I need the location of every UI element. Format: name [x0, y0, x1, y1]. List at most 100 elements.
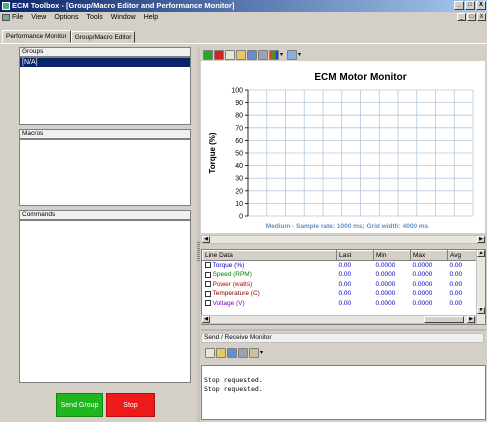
- last-cell: 0.00: [338, 280, 352, 288]
- y-axis-label: Torque (%): [208, 132, 217, 174]
- print-icon[interactable]: [258, 50, 268, 60]
- splitter-grip[interactable]: [197, 242, 200, 262]
- menu-window[interactable]: Window: [111, 14, 136, 21]
- run-icon[interactable]: [203, 50, 213, 60]
- y-tick-label: 80: [235, 113, 243, 120]
- y-tick-label: 100: [231, 88, 243, 95]
- window-titlebar[interactable]: ECM Toolbox - [Group/Macro Editor and Pe…: [0, 0, 487, 12]
- scroll-right-arrow[interactable]: ▶: [467, 316, 475, 323]
- max-cell: 0.0000: [412, 299, 433, 307]
- menu-tools[interactable]: Tools: [86, 14, 102, 21]
- dropdown-arrow-icon[interactable]: ▾: [298, 50, 304, 60]
- document-minimize-button[interactable]: _: [457, 13, 466, 21]
- document-icon[interactable]: [2, 14, 10, 21]
- dropdown-arrow-icon[interactable]: ▾: [260, 348, 266, 358]
- table-row[interactable]: Voltage (V) 0.00 0.0000 0.0000 0.00: [203, 299, 478, 309]
- menu-file[interactable]: File: [12, 14, 23, 21]
- document-close-button[interactable]: X: [477, 13, 486, 21]
- last-cell: 0.00: [338, 271, 352, 279]
- open-folder-icon[interactable]: [236, 50, 246, 60]
- settings-icon[interactable]: [249, 348, 259, 358]
- min-cell: 0.0000: [375, 290, 396, 298]
- maximize-button[interactable]: □: [465, 1, 475, 10]
- macros-list[interactable]: [19, 139, 191, 206]
- send-receive-toolbar: ▾: [205, 348, 266, 358]
- menu-bar: File View Options Tools Window Help _ □ …: [0, 12, 487, 23]
- dropdown-arrow-icon[interactable]: ▾: [280, 50, 286, 60]
- stop-icon[interactable]: [214, 50, 224, 60]
- send-group-button[interactable]: Send Group: [56, 393, 103, 417]
- chart-horizontal-scrollbar[interactable]: ◀ ▶: [201, 235, 486, 244]
- tab-performance-monitor[interactable]: Performance Monitor: [2, 30, 71, 43]
- list-item[interactable]: [N/A]: [20, 58, 190, 67]
- stop-button[interactable]: Stop: [106, 393, 155, 417]
- open-folder-icon[interactable]: [216, 348, 226, 358]
- menu-view[interactable]: View: [31, 14, 46, 21]
- checkbox[interactable]: [204, 262, 211, 269]
- commands-list[interactable]: [19, 220, 191, 383]
- y-tick-label: 10: [235, 201, 243, 208]
- panel-splitter[interactable]: [197, 47, 200, 422]
- save-icon[interactable]: [227, 348, 237, 358]
- avg-cell: 0.00: [449, 271, 463, 279]
- checkbox[interactable]: [204, 300, 211, 307]
- table-row[interactable]: Torque (%) 0.00 0.0000 0.0000 0.00: [203, 261, 478, 271]
- scroll-down-arrow[interactable]: ▼: [477, 307, 485, 314]
- column-header-last[interactable]: Last: [336, 250, 374, 261]
- line-name: Torque (%): [212, 262, 245, 269]
- table-horizontal-scrollbar[interactable]: ◀ ▶: [201, 315, 476, 324]
- column-header-avg[interactable]: Avg: [447, 250, 478, 261]
- avg-cell: 0.00: [449, 280, 463, 288]
- y-tick-label: 50: [235, 151, 243, 158]
- minimize-button[interactable]: _: [454, 1, 464, 10]
- zoom-icon[interactable]: [287, 50, 297, 60]
- chart-type-icon[interactable]: [269, 50, 279, 60]
- log-line: Stop requested.: [204, 385, 263, 393]
- checkbox[interactable]: [204, 281, 211, 288]
- send-receive-log[interactable]: Stop requested. Stop requested.: [201, 365, 486, 420]
- macros-header: Macros: [19, 129, 191, 139]
- checkbox[interactable]: [204, 271, 211, 278]
- close-button[interactable]: X: [476, 1, 486, 10]
- x-axis-caption: Medium - Sample rate: 1000 ms; Grid widt…: [266, 223, 429, 230]
- column-header-line-data[interactable]: Line Data: [202, 250, 337, 261]
- tab-group-macro-editor[interactable]: Group/Macro Editor: [70, 31, 136, 43]
- column-header-max[interactable]: Max: [410, 250, 448, 261]
- last-cell: 0.00: [338, 299, 352, 307]
- checkbox[interactable]: [204, 290, 211, 297]
- document-restore-button[interactable]: □: [467, 13, 476, 21]
- avg-cell: 0.00: [449, 299, 463, 307]
- min-cell: 0.0000: [375, 299, 396, 307]
- refresh-icon[interactable]: [205, 348, 215, 358]
- groups-list[interactable]: [N/A]: [19, 57, 191, 125]
- table-row[interactable]: Speed (RPM) 0.00 0.0000 0.0000 0.00: [203, 270, 478, 280]
- menu-options[interactable]: Options: [54, 14, 78, 21]
- menu-help[interactable]: Help: [144, 14, 158, 21]
- table-row[interactable]: Temperature (C) 0.00 0.0000 0.0000 0.00: [203, 289, 478, 299]
- table-vertical-scrollbar[interactable]: ▲ ▼: [476, 250, 485, 324]
- line-data-table: Line Data Last Min Max Avg Torque (%) 0.0…: [201, 249, 486, 325]
- y-tick-label: 0: [239, 214, 243, 221]
- refresh-icon[interactable]: [225, 50, 235, 60]
- last-cell: 0.00: [338, 262, 352, 269]
- window-title: ECM Toolbox - [Group/Macro Editor and Pe…: [12, 1, 235, 10]
- y-tick-label: 90: [235, 100, 243, 107]
- scroll-up-arrow[interactable]: ▲: [477, 250, 485, 257]
- avg-cell: 0.00: [449, 290, 463, 298]
- min-cell: 0.0000: [375, 280, 396, 288]
- scroll-right-arrow[interactable]: ▶: [477, 236, 485, 243]
- column-header-min[interactable]: Min: [373, 250, 411, 261]
- horizontal-splitter[interactable]: [201, 329, 486, 331]
- scroll-left-arrow[interactable]: ◀: [202, 236, 210, 243]
- save-icon[interactable]: [247, 50, 257, 60]
- scroll-left-arrow[interactable]: ◀: [202, 316, 210, 323]
- max-cell: 0.0000: [412, 271, 433, 279]
- log-line: Stop requested.: [204, 376, 263, 384]
- y-tick-label: 30: [235, 176, 243, 183]
- print-icon[interactable]: [238, 348, 248, 358]
- table-row[interactable]: Power (watts) 0.00 0.0000 0.0000 0.00: [203, 280, 478, 290]
- scroll-thumb[interactable]: [424, 316, 464, 323]
- commands-header: Commands: [19, 210, 191, 220]
- app-icon: [2, 2, 10, 10]
- send-receive-header: Send / Receive Monitor: [201, 333, 484, 343]
